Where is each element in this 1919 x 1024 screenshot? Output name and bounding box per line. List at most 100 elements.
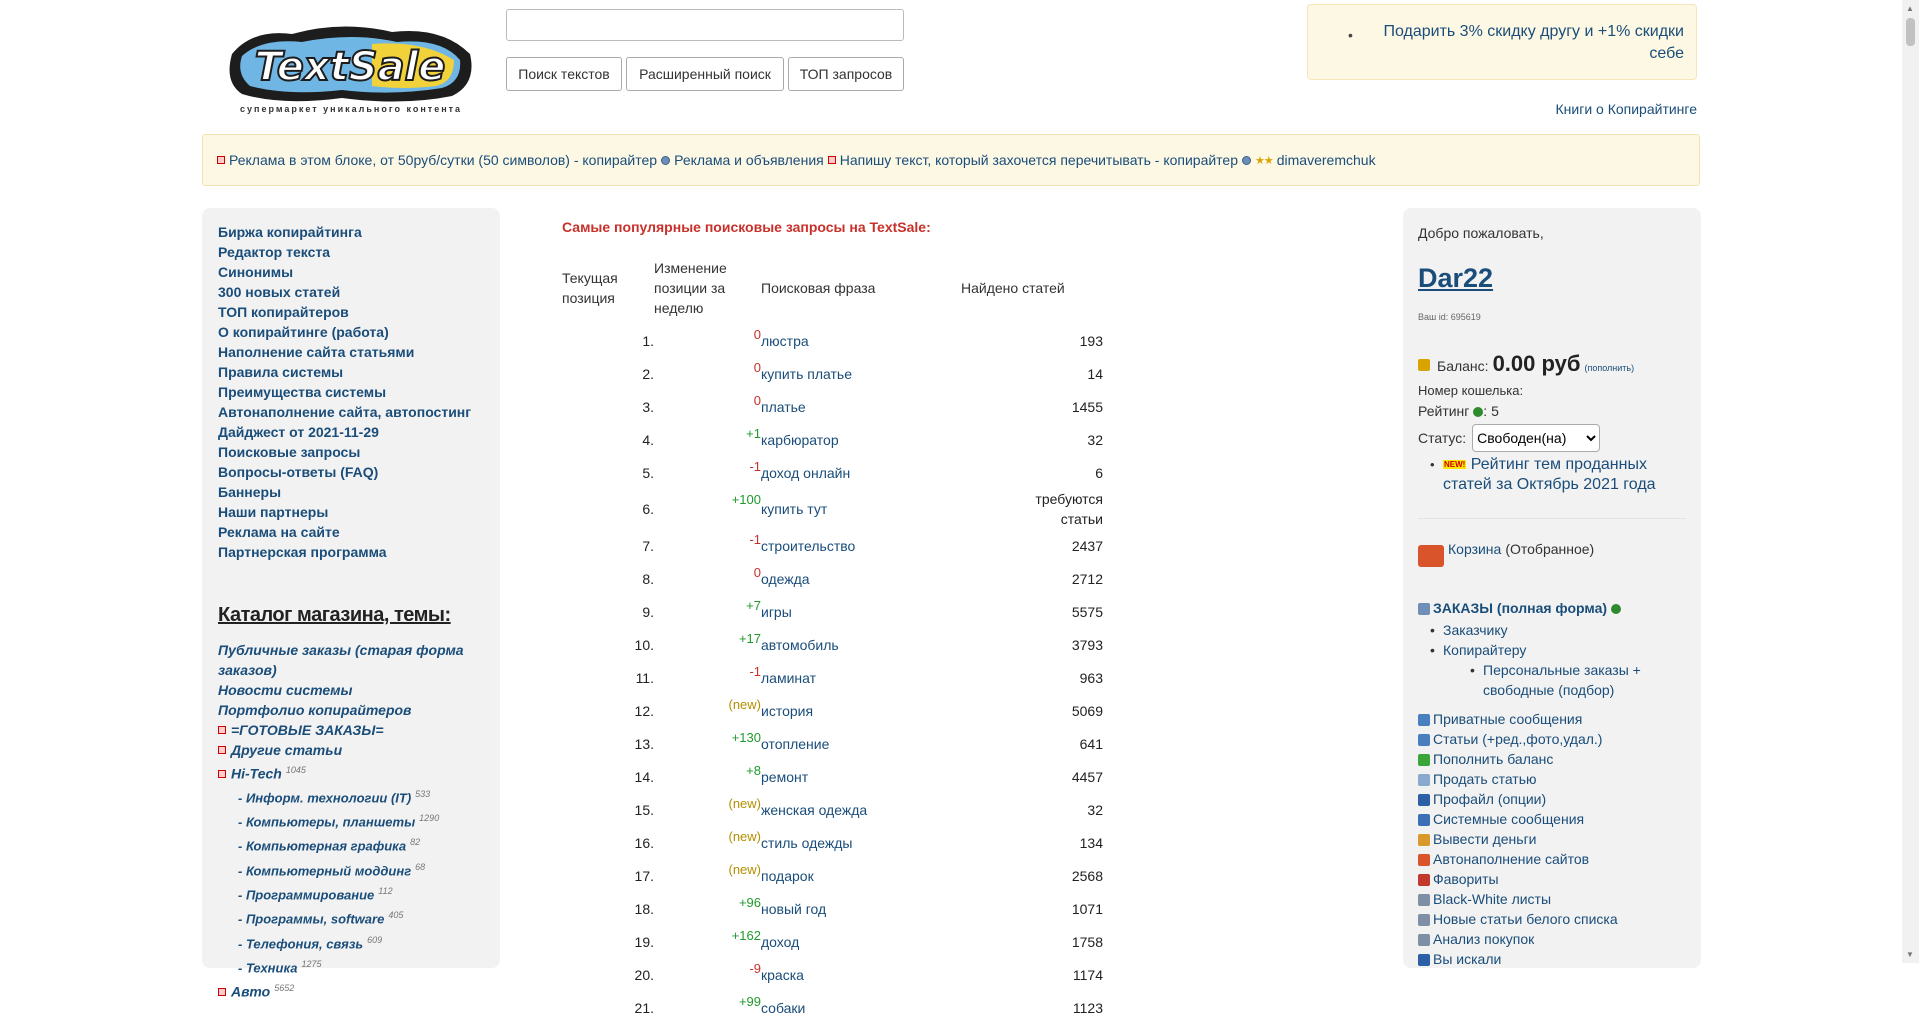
found-count-cell: 1071 bbox=[1071, 900, 1103, 917]
scroll-up-icon[interactable]: ▲ bbox=[1906, 4, 1914, 13]
nav-link[interactable]: Преимущества системы bbox=[218, 382, 471, 402]
nav-link[interactable]: Поисковые запросы bbox=[218, 442, 471, 462]
phrase-link[interactable]: ламинат bbox=[761, 661, 961, 694]
nav-link[interactable]: ТОП копирайтеров bbox=[218, 302, 471, 322]
phrase-link[interactable]: люстра bbox=[761, 324, 961, 357]
status-select[interactable]: Свободен(на) bbox=[1472, 424, 1601, 452]
phrase-link[interactable]: ремонт bbox=[761, 760, 961, 793]
phrase-link[interactable]: отопление bbox=[761, 727, 961, 760]
scroll-down-icon[interactable]: ▼ bbox=[1906, 950, 1914, 959]
rating-topics-link[interactable]: Рейтинг тем проданных статей за Октябрь … bbox=[1443, 456, 1656, 493]
phrase-link[interactable]: карбюратор bbox=[761, 423, 961, 456]
nav-link[interactable]: 300 новых статей bbox=[218, 282, 471, 302]
nav-link[interactable]: Партнерская программа bbox=[218, 542, 471, 562]
menu-item-icon bbox=[1418, 914, 1430, 926]
nav-link[interactable]: Редактор текста bbox=[218, 242, 471, 262]
nav-link[interactable]: Баннеры bbox=[218, 482, 471, 502]
table-row: 19. +162 доход 1758 bbox=[562, 925, 1103, 958]
catalog-list: Публичные заказы (старая форма заказов) Н… bbox=[218, 640, 488, 1002]
topup-link[interactable]: (пополнить) bbox=[1584, 363, 1634, 373]
phrase-link[interactable]: стиль одежды bbox=[761, 826, 961, 859]
balance-row: Баланс: 0.00 руб (пополнить) bbox=[1418, 351, 1634, 377]
nav-link[interactable]: Вопросы-ответы (FAQ) bbox=[218, 462, 471, 482]
position-cell: 7. bbox=[642, 537, 654, 554]
cart-link[interactable]: Корзина bbox=[1448, 541, 1501, 557]
advanced-search-button[interactable]: Расширенный поиск bbox=[626, 57, 784, 91]
catalog-item[interactable]: - Компьютерная графика 82 bbox=[218, 832, 488, 856]
phrase-link[interactable]: история bbox=[761, 694, 961, 727]
nav-link[interactable]: Дайджест от 2021-11-29 bbox=[218, 422, 471, 442]
nav-link[interactable]: Синонимы bbox=[218, 262, 471, 282]
catalog-item[interactable]: - Техника 1275 bbox=[218, 954, 488, 978]
search-texts-button[interactable]: Поиск текстов bbox=[506, 57, 622, 91]
catalog-item[interactable]: Hi-Tech 1045 bbox=[218, 760, 488, 784]
phrase-link[interactable]: подарок bbox=[761, 859, 961, 892]
ad-link-3[interactable]: Напишу текст, который захочется перечиты… bbox=[840, 152, 1238, 168]
nav-link[interactable]: Наполнение сайта статьями bbox=[218, 342, 471, 362]
catalog-item[interactable]: Авто 5652 bbox=[218, 978, 488, 1002]
scrollbar[interactable]: ▲ ▼ bbox=[1902, 0, 1919, 963]
phrase-link[interactable]: купить платье bbox=[761, 357, 961, 390]
account-menu-item[interactable]: Новые статьи белого списка bbox=[1418, 909, 1618, 929]
phrase-link[interactable]: собаки bbox=[761, 991, 961, 1024]
position-cell: 12. bbox=[634, 702, 654, 719]
account-menu-item[interactable]: Статьи (+ред.,фото,удал.) bbox=[1418, 729, 1618, 749]
menu-item-icon bbox=[1418, 794, 1430, 806]
top-queries-button[interactable]: ТОП запросов bbox=[788, 57, 904, 91]
catalog-item[interactable]: - Информ. технологии (IT) 533 bbox=[218, 784, 488, 808]
account-menu-item[interactable]: Профайл (опции) bbox=[1418, 789, 1618, 809]
account-menu-item[interactable]: Вы искали bbox=[1418, 949, 1618, 969]
catalog-item-label: - Программы, software bbox=[238, 911, 385, 927]
scrollbar-thumb[interactable] bbox=[1906, 18, 1915, 46]
phrase-link[interactable]: женская одежда bbox=[761, 793, 961, 826]
catalog-item[interactable]: - Программы, software 405 bbox=[218, 905, 488, 929]
orders-link[interactable]: ЗАКАЗЫ (полная форма) bbox=[1433, 600, 1607, 616]
username-link[interactable]: Dar22 bbox=[1418, 263, 1493, 294]
nav-link[interactable]: Наши партнеры bbox=[218, 502, 471, 522]
site-logo[interactable]: TextSale супермаркет уникального контент… bbox=[222, 18, 482, 118]
phrase-link[interactable]: одежда bbox=[761, 562, 961, 595]
nav-link[interactable]: Биржа копирайтинга bbox=[218, 222, 471, 242]
catalog-item[interactable]: - Программирование 112 bbox=[218, 881, 488, 905]
phrase-link[interactable]: доход онлайн bbox=[761, 456, 961, 489]
catalog-item[interactable]: - Телефония, связь 609 bbox=[218, 930, 488, 954]
account-menu-item[interactable]: Продать статью bbox=[1418, 769, 1618, 789]
account-menu-item[interactable]: Фавориты bbox=[1418, 869, 1618, 889]
phrase-link[interactable]: строительство bbox=[761, 529, 961, 562]
catalog-item[interactable]: Другие статьи bbox=[218, 740, 488, 760]
position-cell: 13. bbox=[634, 735, 654, 752]
catalog-item[interactable]: - Компьютеры, планшеты 1290 bbox=[218, 808, 488, 832]
account-menu-item[interactable]: Black-White листы bbox=[1418, 889, 1618, 909]
phrase-link[interactable]: купить тут bbox=[761, 489, 961, 529]
orders-customer-link[interactable]: Заказчику bbox=[1443, 622, 1508, 638]
phrase-link[interactable]: платье bbox=[761, 390, 961, 423]
account-menu-item[interactable]: Пополнить баланс bbox=[1418, 749, 1618, 769]
account-menu-item[interactable]: Автонаполнение сайтов bbox=[1418, 849, 1618, 869]
phrase-link[interactable]: новый год bbox=[761, 892, 961, 925]
catalog-item[interactable]: Новости системы bbox=[218, 680, 488, 700]
catalog-item[interactable]: Публичные заказы (старая форма заказов) bbox=[218, 640, 488, 680]
account-menu-item[interactable]: Вывести деньги bbox=[1418, 829, 1618, 849]
table-row: 11. -1 ламинат 963 bbox=[562, 661, 1103, 694]
account-menu-item[interactable]: Анализ покупок bbox=[1418, 929, 1618, 949]
books-link[interactable]: Книги о Копирайтинге bbox=[1556, 101, 1697, 117]
account-menu-item[interactable]: Системные сообщения bbox=[1418, 809, 1618, 829]
ad-link-1[interactable]: Реклама в этом блоке, от 50руб/сутки (50… bbox=[229, 152, 657, 168]
phrase-link[interactable]: доход bbox=[761, 925, 961, 958]
promo-link[interactable]: Подарить 3% скидку другу и +1% скидки се… bbox=[1368, 21, 1684, 65]
search-input[interactable] bbox=[506, 9, 904, 41]
orders-copywriter-link[interactable]: Копирайтеру bbox=[1443, 642, 1526, 658]
nav-link[interactable]: Реклама на сайте bbox=[218, 522, 471, 542]
account-menu-item[interactable]: Приватные сообщения bbox=[1418, 709, 1618, 729]
catalog-item[interactable]: - Компьютерный моддинг 68 bbox=[218, 857, 488, 881]
phrase-link[interactable]: автомобиль bbox=[761, 628, 961, 661]
personal-orders-link[interactable]: Персональные заказы + свободные (подбор) bbox=[1483, 662, 1641, 698]
catalog-item[interactable]: Портфолио копирайтеров bbox=[218, 700, 488, 720]
ad-link-4[interactable]: dimaveremchuk bbox=[1277, 152, 1376, 168]
catalog-item[interactable]: =ГОТОВЫЕ ЗАКАЗЫ= bbox=[218, 720, 488, 740]
nav-link[interactable]: Автонаполнение сайта, автопостинг bbox=[218, 402, 471, 422]
nav-link[interactable]: Правила системы bbox=[218, 362, 471, 382]
ad-link-2[interactable]: Реклама и объявления bbox=[674, 152, 824, 168]
nav-link[interactable]: О копирайтинге (работа) bbox=[218, 322, 471, 342]
phrase-link[interactable]: игры bbox=[761, 595, 961, 628]
